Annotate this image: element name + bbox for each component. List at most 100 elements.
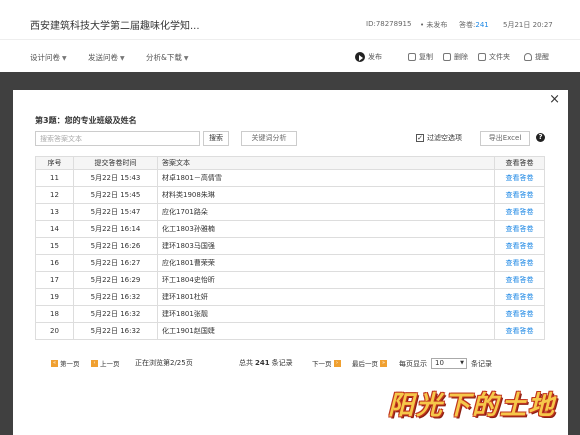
row-time: 5月22日 16:27	[90, 259, 141, 267]
row-no: 16	[50, 259, 59, 267]
survey-title[interactable]: 西安建筑科技大学第二届趣味化学知...	[30, 17, 200, 32]
row-no: 18	[50, 310, 59, 318]
row-answer-text: 应化1801曹荣荣	[162, 259, 215, 267]
remind-button[interactable]: 提醒	[524, 52, 549, 62]
row-answer-text-cell: 建环1803马国强	[157, 237, 495, 255]
answer-count: 答卷:241	[459, 20, 489, 30]
first-page-icon: «	[51, 359, 58, 367]
delete-button[interactable]: 删除	[443, 52, 468, 62]
row-time: 5月22日 16:29	[90, 276, 141, 284]
copy-label: 复制	[419, 53, 433, 61]
total-count: 241	[255, 359, 270, 367]
next-page-button[interactable]: 下一页 ›	[312, 358, 341, 368]
row-no-cell: 16	[35, 254, 74, 272]
row-view-link[interactable]: 查看答卷	[506, 327, 534, 335]
answer-text-dialog: × 第3题：您的专业班级及姓名 搜索 关键词分析 ✓ 过滤空选项 导出Excel…	[13, 90, 568, 435]
prev-page-icon: ‹	[91, 359, 98, 367]
row-time: 5月22日 16:32	[90, 310, 141, 318]
trash-icon	[443, 53, 451, 61]
close-icon[interactable]: ×	[549, 92, 560, 107]
row-answer-text-cell: 环工1804史怡昕	[157, 271, 495, 289]
publish-label: 发布	[368, 53, 382, 61]
menu-send[interactable]: 发送问卷 ▼	[88, 52, 125, 63]
table-row: 17 5月22日 16:29 环工1804史怡昕 查看答卷	[35, 271, 545, 289]
question-title: 第3题：您的专业班级及姓名	[35, 116, 137, 125]
menu-design[interactable]: 设计问卷 ▼	[30, 52, 67, 63]
row-time: 5月22日 16:14	[90, 225, 141, 233]
table-row: 14 5月22日 16:14 化工1803孙雅楠 查看答卷	[35, 220, 545, 238]
row-view-link[interactable]: 查看答卷	[506, 276, 534, 284]
row-no: 12	[50, 191, 59, 199]
filter-empty-toggle[interactable]: ✓ 过滤空选项	[416, 133, 462, 143]
copy-button[interactable]: 复制	[408, 52, 433, 62]
watermark-logo: 阳光下的土地	[388, 391, 557, 421]
export-excel-button[interactable]: 导出Excel	[480, 131, 530, 146]
table-row: 11 5月22日 15:43 材卓1801－高倩雪 查看答卷	[35, 169, 545, 187]
search-button[interactable]: 搜索	[203, 131, 229, 146]
last-page-label: 最后一页	[352, 360, 378, 368]
search-input[interactable]	[35, 131, 200, 146]
row-view-link-cell: 查看答卷	[494, 322, 545, 340]
row-view-link[interactable]: 查看答卷	[506, 174, 534, 182]
row-answer-text-cell: 化工1901赵国婕	[157, 322, 495, 340]
publish-button[interactable]: 发布	[355, 52, 382, 62]
row-no: 15	[50, 242, 59, 250]
row-view-link[interactable]: 查看答卷	[506, 191, 534, 199]
row-view-link-cell: 查看答卷	[494, 288, 545, 306]
row-view-link[interactable]: 查看答卷	[506, 293, 534, 301]
row-view-link[interactable]: 查看答卷	[506, 259, 534, 267]
row-view-link[interactable]: 查看答卷	[506, 225, 534, 233]
row-time: 5月22日 16:32	[90, 327, 141, 335]
prev-page-label: 上一页	[100, 360, 120, 368]
chevron-down-icon: ▼	[120, 55, 125, 62]
row-time: 5月22日 16:32	[90, 293, 141, 301]
per-page-label: 每页显示	[399, 359, 427, 368]
row-answer-text: 建环1803马国强	[162, 242, 215, 250]
next-page-label: 下一页	[312, 360, 332, 368]
row-answer-text: 材卓1801－高倩雪	[162, 174, 222, 182]
row-answer-text-cell: 材料类1908朱琳	[157, 186, 495, 204]
answer-count-value[interactable]: 241	[475, 21, 488, 29]
folder-button[interactable]: 文件夹	[478, 52, 510, 62]
row-view-link-cell: 查看答卷	[494, 305, 545, 323]
survey-id: ID:78278915	[366, 20, 412, 28]
row-view-link[interactable]: 查看答卷	[506, 310, 534, 318]
filter-checkbox[interactable]: ✓	[416, 134, 424, 142]
last-page-button[interactable]: 最后一页»	[352, 358, 387, 368]
row-time: 5月22日 15:45	[90, 191, 141, 199]
row-answer-text: 材料类1908朱琳	[162, 191, 215, 199]
prev-page-button[interactable]: ‹ 上一页	[91, 358, 120, 368]
row-view-link[interactable]: 查看答卷	[506, 242, 534, 250]
row-time-cell: 5月22日 15:45	[73, 186, 158, 204]
first-page-button[interactable]: «第一页	[51, 358, 80, 368]
total-suffix: 条记录	[271, 359, 293, 367]
table-row: 16 5月22日 16:27 应化1801曹荣荣 查看答卷	[35, 254, 545, 272]
menu-analysis-label: 分析&下载	[146, 53, 182, 62]
row-view-link-cell: 查看答卷	[494, 169, 545, 187]
row-time-cell: 5月22日 16:32	[73, 322, 158, 340]
table-header-row: 序号 提交答卷时间 答案文本 查看答卷	[35, 156, 545, 170]
chevron-down-icon: ▼	[460, 360, 464, 366]
row-no: 11	[50, 174, 59, 182]
row-time-cell: 5月22日 16:27	[73, 254, 158, 272]
row-no-cell: 12	[35, 186, 74, 204]
filter-label: 过滤空选项	[427, 134, 462, 142]
folder-label: 文件夹	[489, 53, 510, 61]
help-icon[interactable]: ?	[536, 133, 545, 142]
menu-analysis[interactable]: 分析&下载 ▼	[146, 52, 188, 63]
row-no-cell: 20	[35, 322, 74, 340]
keyword-analysis-button[interactable]: 关键词分析	[241, 131, 297, 146]
row-no-cell: 13	[35, 203, 74, 221]
row-answer-text: 化工1901赵国婕	[162, 327, 215, 335]
row-answer-text-cell: 建环1801杜妍	[157, 288, 495, 306]
row-time-cell: 5月22日 16:29	[73, 271, 158, 289]
remind-label: 提醒	[535, 53, 549, 61]
menu-send-label: 发送问卷	[88, 53, 118, 62]
answers-table: 序号 提交答卷时间 答案文本 查看答卷 11 5月22日 15:43 材卓1801－…	[35, 156, 545, 340]
page-status: 正在浏览第2/25页	[135, 359, 193, 367]
row-view-link-cell: 查看答卷	[494, 220, 545, 238]
row-time: 5月22日 16:26	[90, 242, 141, 250]
row-no-cell: 15	[35, 237, 74, 255]
row-view-link[interactable]: 查看答卷	[506, 208, 534, 216]
per-page-select[interactable]: 10 ▼	[431, 358, 467, 369]
